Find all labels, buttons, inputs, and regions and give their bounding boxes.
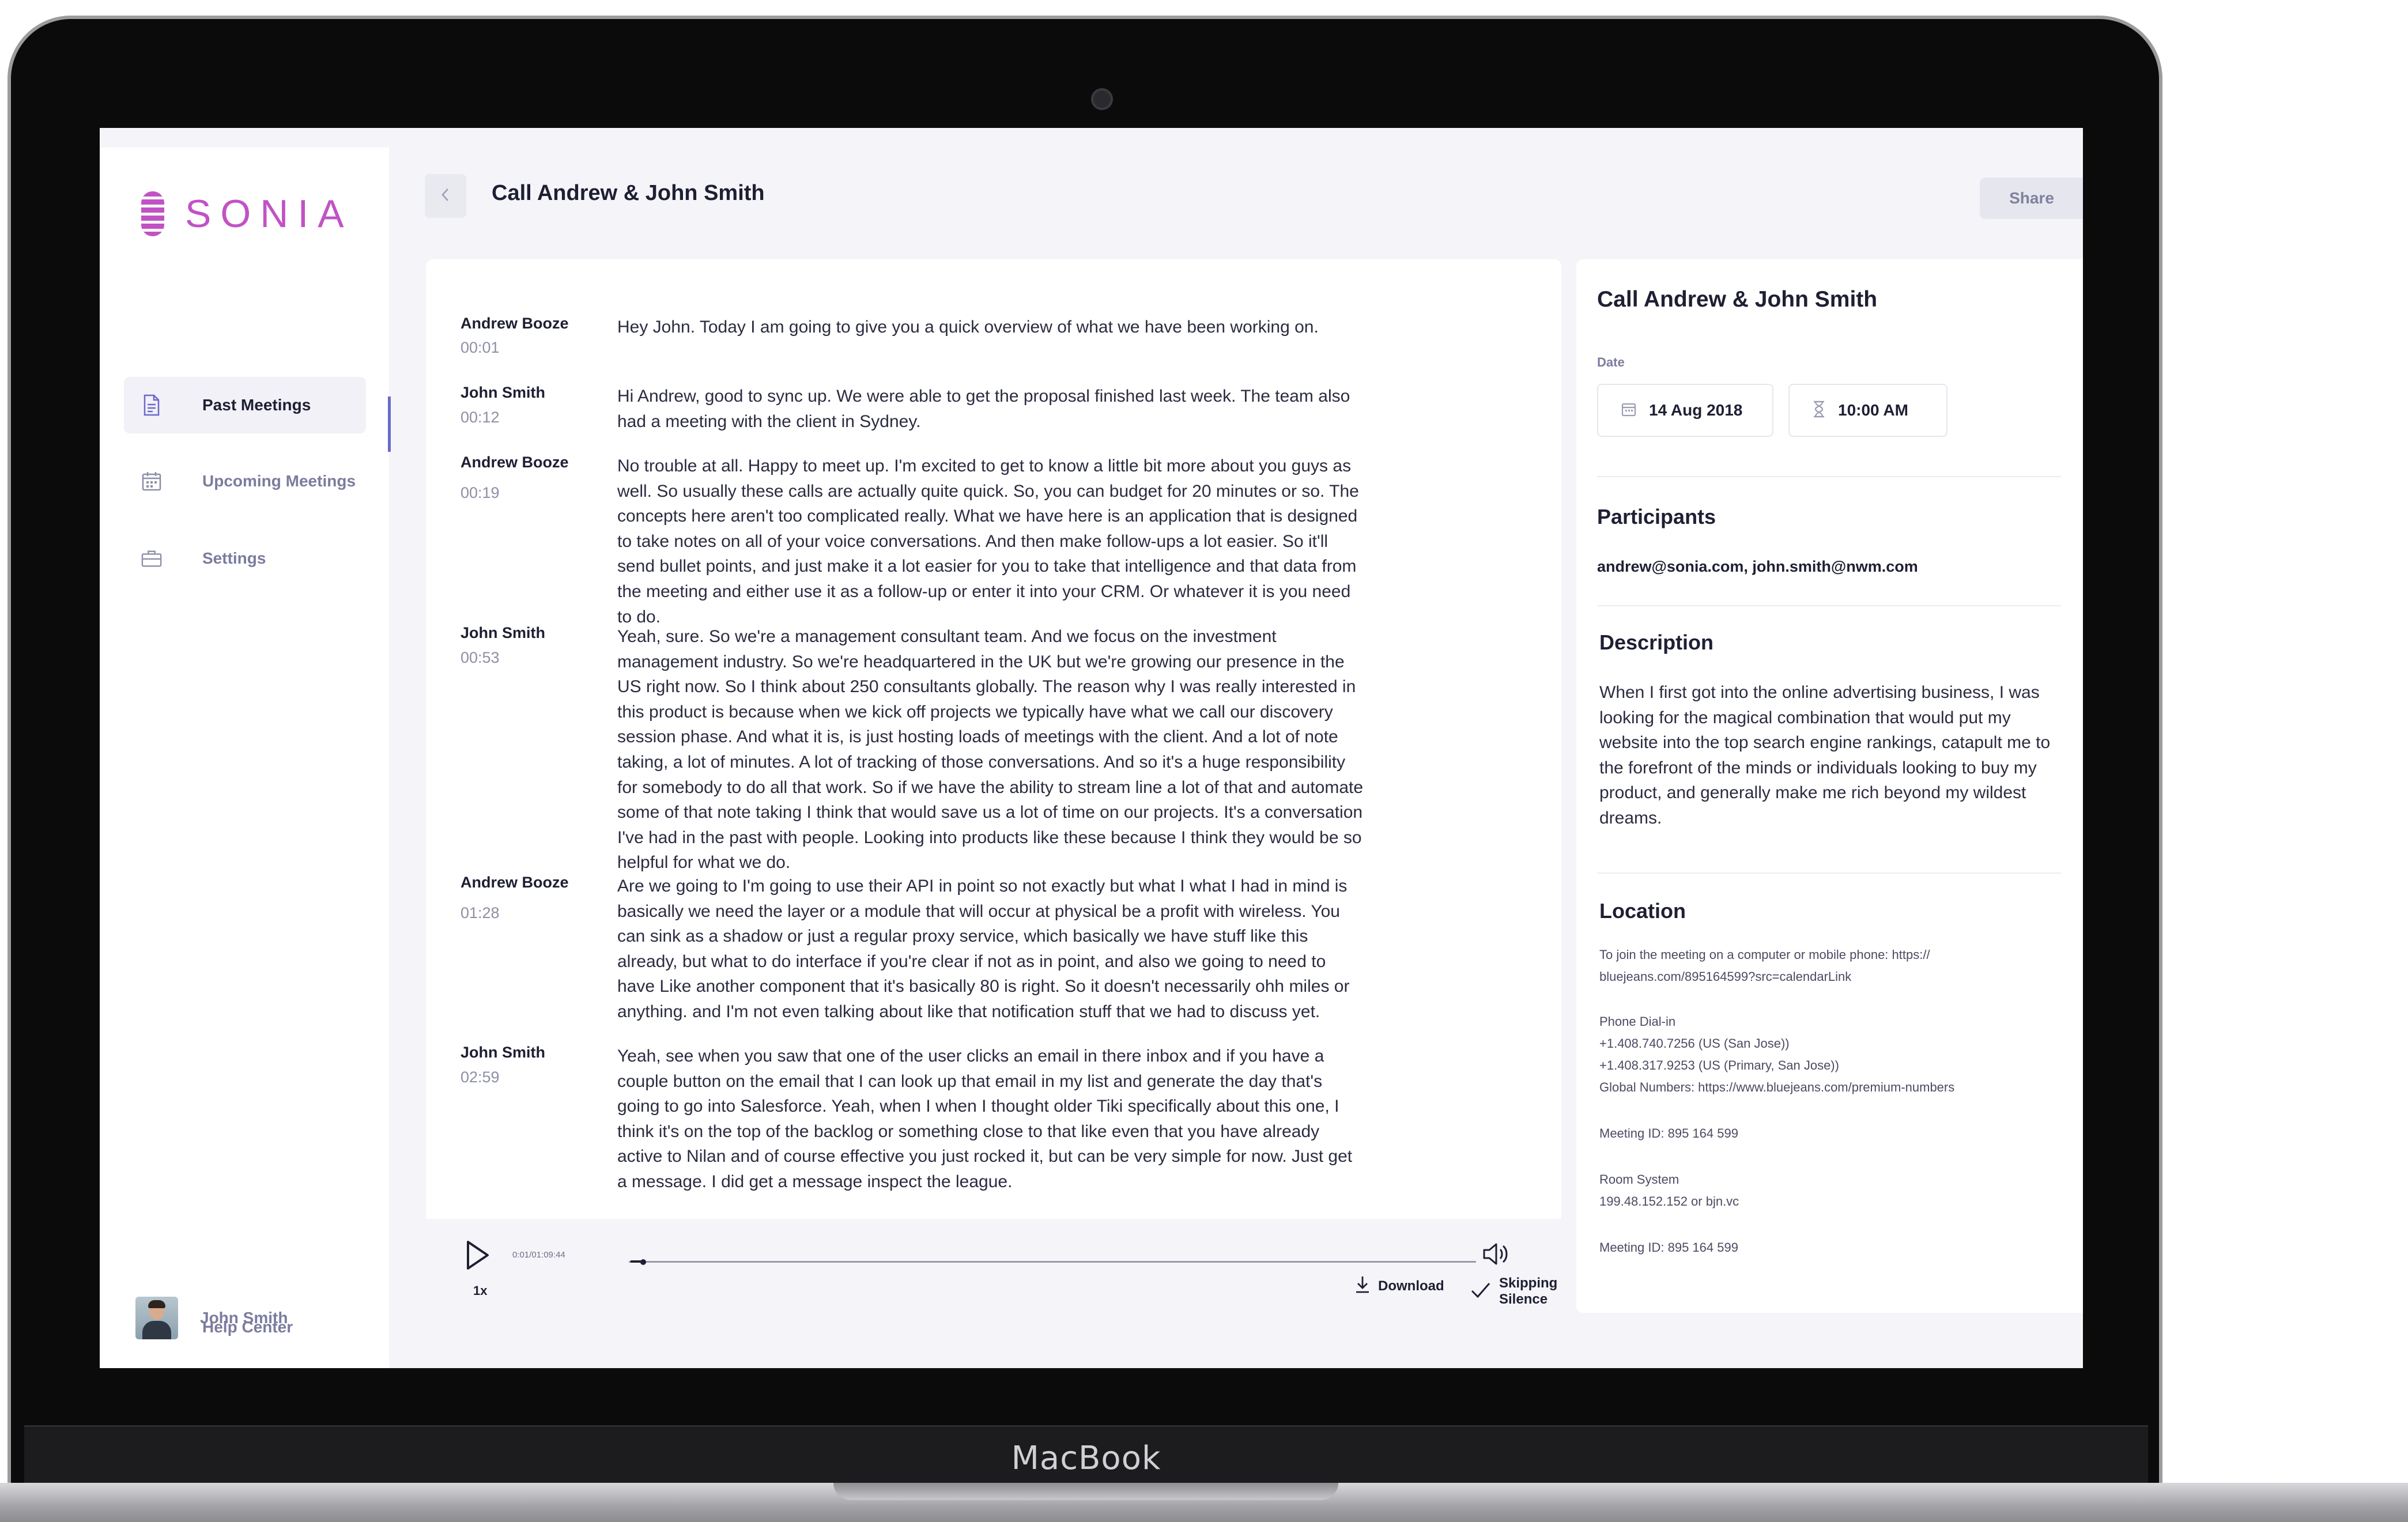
phone-number: +1.408.740.7256 (US (San Jose)) bbox=[1599, 1036, 1790, 1051]
logo-text: SONIA bbox=[185, 192, 353, 236]
device-brand: MacBook bbox=[1011, 1440, 1161, 1477]
utterance-text: Yeah, see when you saw that one of the u… bbox=[617, 1047, 1353, 1191]
room-system-label: Room System bbox=[1599, 1172, 1679, 1187]
download-label: Download bbox=[1378, 1278, 1444, 1294]
utterance-text: No trouble at all. Happy to meet up. I'm… bbox=[617, 456, 1359, 626]
download-button[interactable]: Download bbox=[1355, 1275, 1444, 1297]
audio-player: 0:01/01:09:44 1x Download Skipping Silen… bbox=[426, 1219, 1561, 1313]
briefcase-icon bbox=[141, 547, 162, 570]
progress-handle[interactable] bbox=[630, 1253, 648, 1271]
hourglass-icon bbox=[1813, 401, 1825, 421]
timestamp[interactable]: 02:59 bbox=[461, 1068, 500, 1086]
timestamp[interactable]: 01:28 bbox=[461, 904, 500, 922]
date-pill: 14 Aug 2018 bbox=[1597, 384, 1773, 437]
playback-time: 0:01/01:09:44 bbox=[512, 1250, 565, 1260]
divider bbox=[1597, 605, 2061, 606]
timestamp[interactable]: 00:53 bbox=[461, 649, 500, 667]
laptop-notch bbox=[833, 1483, 1338, 1500]
skip-silence-label: Skipping Silence bbox=[1499, 1275, 1558, 1307]
divider bbox=[1597, 476, 2061, 477]
speaker-name: Andrew Booze bbox=[461, 315, 569, 332]
divider bbox=[1597, 873, 2061, 874]
utterance-text: Are we going to I'm going to use their A… bbox=[617, 877, 1350, 1021]
sidebar-item-label: Upcoming Meetings bbox=[202, 472, 356, 490]
app-logo[interactable]: SONIA bbox=[141, 191, 353, 236]
description-heading: Description bbox=[1599, 630, 1714, 654]
sidebar-item-label: Past Meetings bbox=[202, 396, 311, 414]
microphone-icon bbox=[141, 191, 164, 236]
skip-silence-toggle[interactable]: Skipping Silence bbox=[1470, 1275, 1561, 1308]
volume-icon bbox=[1482, 1243, 1511, 1270]
sidebar-item-upcoming-meetings[interactable]: Upcoming Meetings bbox=[124, 453, 366, 509]
share-button[interactable]: Share bbox=[1980, 177, 2083, 219]
meeting-id: Meeting ID: 895 164 599 bbox=[1599, 1126, 1738, 1140]
back-button[interactable] bbox=[425, 174, 466, 218]
app-screen: SONIA Past Meetings Upcoming Meetings Se… bbox=[100, 128, 2083, 1368]
webcam bbox=[1091, 88, 1113, 110]
details-title: Call Andrew & John Smith bbox=[1597, 287, 1878, 312]
utterance-text: Hi Andrew, good to sync up. We were able… bbox=[617, 387, 1350, 431]
avatar bbox=[135, 1297, 178, 1339]
speaker-name: Andrew Booze bbox=[461, 454, 569, 471]
document-icon bbox=[141, 394, 162, 417]
sidebar-item-label: Settings bbox=[202, 549, 266, 567]
speaker-name: John Smith bbox=[461, 384, 545, 401]
timestamp[interactable]: 00:12 bbox=[461, 409, 500, 426]
meeting-id: Meeting ID: 895 164 599 bbox=[1599, 1240, 1738, 1255]
location-join-link[interactable]: bluejeans.com/895164599?src=calendarLink bbox=[1599, 966, 2060, 988]
calendar-icon bbox=[141, 470, 162, 493]
participants-list: andrew@sonia.com, john.smith@nwm.com bbox=[1597, 558, 1918, 575]
volume-button[interactable] bbox=[1482, 1241, 1511, 1267]
phone-number: +1.408.317.9253 (US (Primary, San Jose)) bbox=[1599, 1058, 1839, 1072]
location-heading: Location bbox=[1599, 899, 1686, 923]
timestamp[interactable]: 00:19 bbox=[461, 484, 500, 502]
sidebar-item-settings[interactable]: Settings bbox=[124, 530, 366, 587]
speaker-name: John Smith bbox=[461, 624, 545, 641]
utterance-text: Hey John. Today I am going to give you a… bbox=[617, 318, 1319, 337]
date-label: Date bbox=[1597, 355, 1625, 369]
playback-speed[interactable]: 1x bbox=[473, 1283, 487, 1298]
sidebar-item-past-meetings[interactable]: Past Meetings bbox=[124, 377, 366, 433]
timestamp[interactable]: 00:01 bbox=[461, 339, 500, 357]
active-indicator bbox=[388, 396, 391, 452]
location-join-line: To join the meeting on a computer or mob… bbox=[1599, 947, 1930, 962]
phone-dialin-label: Phone Dial-in bbox=[1599, 1014, 1676, 1029]
time-pill: 10:00 AM bbox=[1788, 384, 1947, 437]
current-user[interactable]: John Smith bbox=[135, 1297, 288, 1339]
laptop-chin: MacBook bbox=[24, 1425, 2148, 1485]
play-button[interactable] bbox=[465, 1240, 490, 1271]
download-icon bbox=[1355, 1275, 1370, 1297]
meeting-time: 10:00 AM bbox=[1838, 401, 1908, 419]
speaker-name: John Smith bbox=[461, 1044, 545, 1061]
participants-heading: Participants bbox=[1597, 505, 1716, 528]
speaker-name: Andrew Booze bbox=[461, 874, 569, 891]
description-text: When I first got into the online adverti… bbox=[1599, 683, 2051, 828]
page-title: Call Andrew & John Smith bbox=[492, 181, 765, 205]
transcript-panel: Andrew Booze 00:01 Hey John. Today I am … bbox=[426, 259, 1561, 1313]
checkmark-icon bbox=[1470, 1282, 1491, 1302]
meeting-date: 14 Aug 2018 bbox=[1649, 401, 1743, 419]
meeting-details-panel: Call Andrew & John Smith Date 14 Aug 201… bbox=[1576, 259, 2083, 1313]
sidebar: SONIA Past Meetings Upcoming Meetings Se… bbox=[100, 148, 391, 1368]
utterance-text: Yeah, sure. So we're a management consul… bbox=[617, 627, 1364, 873]
user-name: John Smith bbox=[200, 1309, 288, 1327]
room-system-value: 199.48.152.152 or bjn.vc bbox=[1599, 1194, 1739, 1208]
global-numbers-link[interactable]: Global Numbers: https://www.bluejeans.co… bbox=[1599, 1077, 2060, 1098]
play-icon bbox=[465, 1241, 490, 1273]
progress-track[interactable] bbox=[629, 1261, 1476, 1263]
calendar-icon bbox=[1621, 402, 1636, 420]
chevron-left-icon bbox=[440, 187, 451, 205]
